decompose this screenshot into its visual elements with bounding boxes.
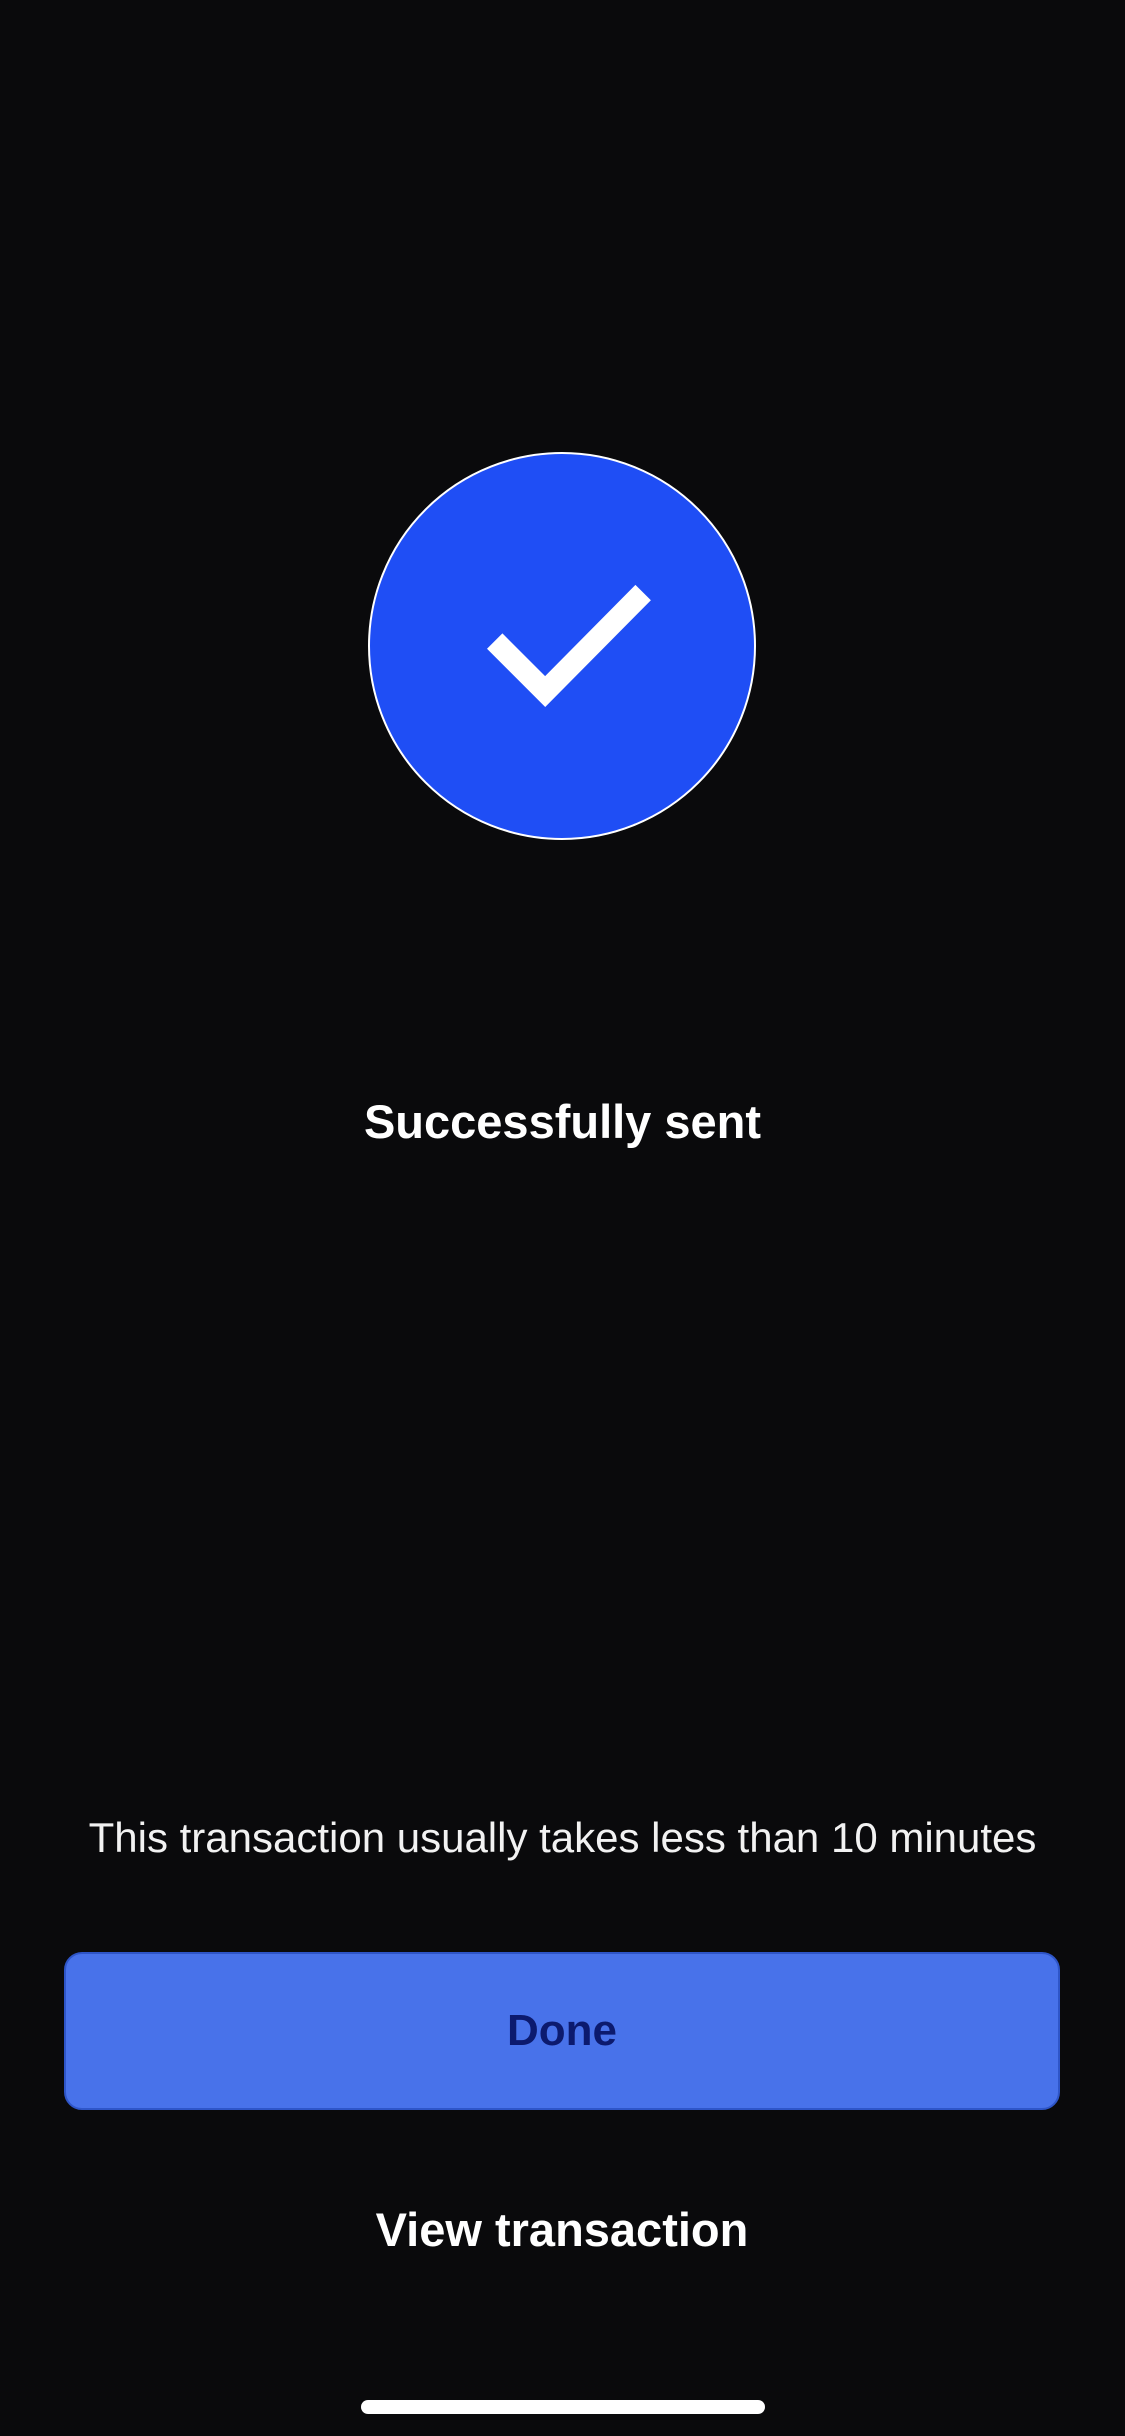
success-title: Successfully sent (363, 1095, 762, 1148)
checkmark-icon (487, 584, 651, 707)
transaction-time-note: This transaction usually takes less than… (88, 1814, 1037, 1861)
view-transaction-link[interactable]: View transaction (312, 2196, 812, 2264)
success-screen: Successfully sent This transaction usual… (0, 0, 1125, 2436)
done-button-label: Done (507, 2006, 617, 2055)
done-button[interactable]: Done (64, 1952, 1060, 2110)
success-badge (368, 452, 756, 840)
home-indicator[interactable] (361, 2400, 765, 2414)
